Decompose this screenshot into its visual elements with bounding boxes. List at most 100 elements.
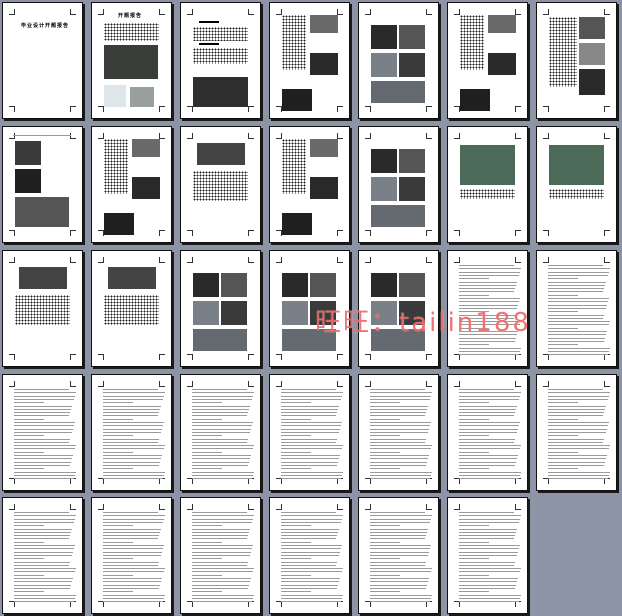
text-line [548, 445, 610, 447]
text-line [14, 398, 74, 400]
photo [371, 177, 397, 201]
text-line [548, 327, 578, 329]
page-thumbnail[interactable]: 开题报告 [91, 2, 172, 119]
text-line [192, 584, 249, 586]
text-block [460, 189, 515, 199]
text-line [548, 389, 603, 390]
page-thumbnail[interactable] [91, 126, 172, 243]
text-line [14, 518, 75, 520]
page-thumbnail[interactable] [180, 2, 261, 119]
text-line [459, 438, 515, 440]
text-line [459, 458, 517, 460]
page-thumbnail[interactable] [2, 250, 83, 367]
text-line [14, 438, 70, 440]
photo [310, 53, 338, 75]
page-thumbnail[interactable] [269, 497, 350, 614]
page-thumbnail[interactable] [2, 374, 83, 491]
page-thumbnail[interactable] [536, 374, 617, 491]
text-line [459, 294, 489, 296]
text-line [14, 402, 44, 404]
text-line [192, 398, 252, 400]
page-thumbnail[interactable] [2, 497, 83, 614]
text-line [548, 307, 606, 309]
page-thumbnail[interactable] [536, 126, 617, 243]
page-thumbnail[interactable] [269, 2, 350, 119]
text-line [192, 558, 222, 560]
page-thumbnail[interactable] [358, 374, 439, 491]
page-thumbnail[interactable] [180, 250, 261, 367]
page-corner-mark [187, 133, 193, 139]
page-corner-mark [248, 257, 254, 263]
text-line [459, 545, 520, 546]
page-corner-mark [276, 257, 282, 263]
text-line [14, 561, 70, 563]
page-thumbnail[interactable] [2, 126, 83, 243]
text-line [14, 528, 72, 530]
page-corner-mark [276, 504, 282, 510]
text-line [14, 531, 71, 533]
page-thumbnail[interactable] [91, 250, 172, 367]
page-corner-mark [337, 257, 343, 263]
text-line [14, 471, 76, 473]
text-line [103, 392, 165, 394]
text-line [103, 601, 163, 603]
text-line [548, 278, 578, 280]
text-line [281, 574, 311, 576]
text-line [103, 591, 133, 593]
page-corner-mark [9, 9, 15, 15]
page-thumbnail[interactable] [180, 497, 261, 614]
page-corner-mark [365, 133, 371, 139]
page-thumbnail[interactable] [269, 126, 350, 243]
page-thumbnail[interactable] [269, 374, 350, 491]
page-thumbnail[interactable] [358, 126, 439, 243]
page-corner-mark [515, 230, 521, 236]
photo [579, 69, 605, 95]
page-thumbnail[interactable] [358, 2, 439, 119]
page-corner-mark [9, 257, 15, 263]
page-thumbnail[interactable] [91, 374, 172, 491]
page-thumbnail[interactable]: 毕业设计开题报告 [2, 2, 83, 119]
page-thumbnail[interactable] [447, 374, 528, 491]
text-line [459, 478, 519, 480]
text-line [103, 581, 161, 583]
text-line [14, 568, 76, 570]
text-line [192, 554, 250, 556]
text-line [103, 564, 158, 566]
photo [193, 77, 248, 107]
text-line [192, 521, 252, 523]
photo [399, 149, 425, 173]
text-line [281, 455, 340, 456]
page-thumbnail[interactable] [180, 126, 261, 243]
page-thumbnail[interactable] [91, 497, 172, 614]
text-line [281, 531, 338, 533]
text-line [459, 568, 521, 570]
text-line [192, 389, 247, 390]
text-line [103, 571, 164, 573]
text-line [281, 535, 337, 537]
text-line [103, 568, 165, 570]
text-line [548, 291, 603, 293]
text-line [459, 525, 489, 527]
text-line [370, 418, 400, 420]
text-line [192, 518, 253, 520]
page-thumbnail[interactable] [180, 374, 261, 491]
text-line [192, 587, 248, 589]
page-thumbnail[interactable] [447, 126, 528, 243]
text-line [459, 581, 517, 583]
page-thumbnail[interactable] [447, 497, 528, 614]
report-title: 开题报告 [118, 13, 143, 19]
text-line [192, 438, 248, 440]
page-thumbnail[interactable] [536, 250, 617, 367]
text-line [281, 471, 343, 473]
page-thumbnail[interactable] [536, 2, 617, 119]
page-thumbnail[interactable] [447, 2, 528, 119]
page-corner-mark [604, 9, 610, 15]
page-corner-mark [248, 133, 254, 139]
text-line [459, 512, 514, 513]
page-thumbnail[interactable] [358, 497, 439, 614]
text-line [548, 265, 603, 266]
text-line [14, 558, 44, 560]
text-block [15, 295, 70, 325]
text-line [103, 531, 160, 533]
text-line [370, 512, 425, 513]
